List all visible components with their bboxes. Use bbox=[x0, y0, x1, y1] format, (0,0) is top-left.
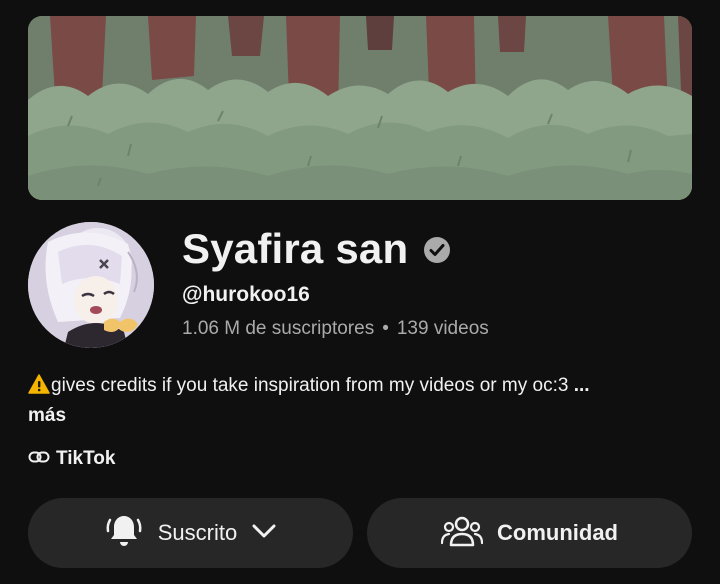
link-icon bbox=[28, 448, 50, 470]
people-group-icon bbox=[440, 513, 484, 554]
video-count: 139 videos bbox=[396, 318, 489, 339]
verified-check-icon bbox=[422, 235, 452, 265]
stats-separator: • bbox=[382, 318, 389, 339]
subscribed-label: Suscrito bbox=[157, 520, 238, 545]
channel-name: Syafira san bbox=[182, 225, 409, 272]
channel-handle: @hurokoo16 bbox=[182, 283, 310, 306]
channel-stats: 1.06 M de suscriptores • 139 videos bbox=[182, 318, 489, 340]
community-button[interactable]: Comunidad bbox=[367, 498, 692, 568]
subscriber-count: 1.06 M de suscriptores bbox=[182, 318, 375, 339]
subscribed-button[interactable]: Suscrito bbox=[28, 498, 353, 568]
community-label: Comunidad bbox=[497, 520, 618, 545]
description-text: gives credits if you take inspiration fr… bbox=[51, 375, 569, 396]
chevron-down-icon bbox=[251, 523, 277, 544]
channel-title-row: Syafira san bbox=[182, 222, 452, 276]
bell-ringing-icon bbox=[104, 512, 144, 555]
channel-avatar[interactable] bbox=[28, 222, 154, 348]
channel-description[interactable]: gives credits if you take inspiration fr… bbox=[28, 372, 688, 429]
external-link[interactable]: TikTok bbox=[28, 448, 115, 470]
description-ellipsis: ... bbox=[573, 375, 590, 396]
channel-banner bbox=[28, 16, 692, 200]
channel-page: Syafira san @hurokoo16 1.06 M de suscrip… bbox=[0, 0, 720, 584]
more-link[interactable]: más bbox=[28, 405, 66, 426]
external-link-label: TikTok bbox=[56, 448, 116, 469]
warning-icon bbox=[28, 374, 50, 402]
